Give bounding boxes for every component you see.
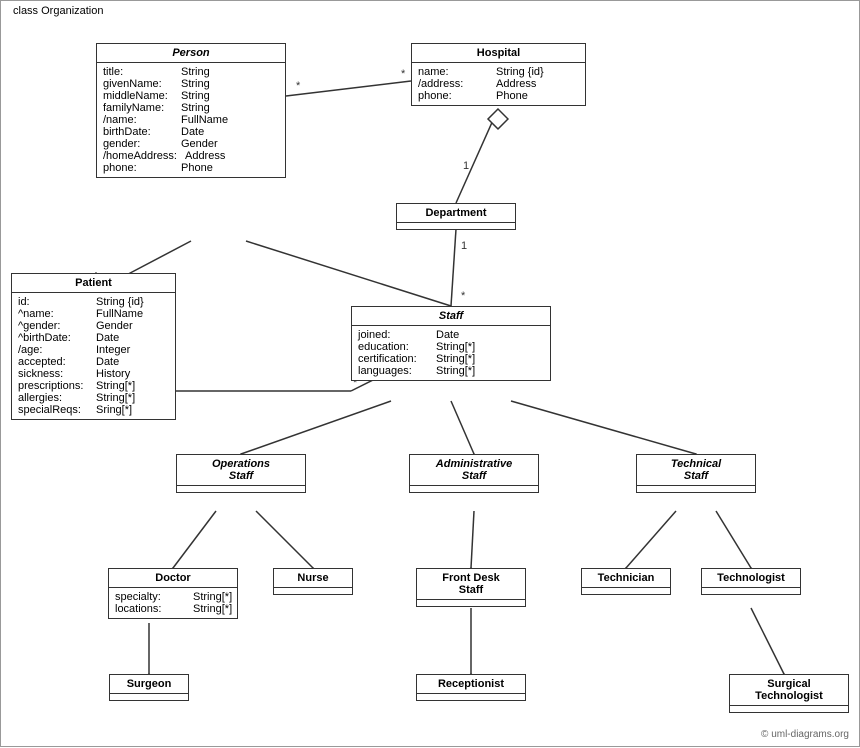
class-doctor: Doctor specialty:String[*] locations:Str… <box>108 568 238 619</box>
class-doctor-header: Doctor <box>109 569 237 588</box>
class-operations-staff-body <box>177 486 305 492</box>
svg-text:1: 1 <box>463 160 469 172</box>
class-receptionist-body <box>417 694 525 700</box>
class-person-body: title:String givenName:String middleName… <box>97 63 285 177</box>
class-technical-staff-body <box>637 486 755 492</box>
class-front-desk-staff-header: Front DeskStaff <box>417 569 525 600</box>
class-front-desk-staff: Front DeskStaff <box>416 568 526 607</box>
class-technologist-body <box>702 588 800 594</box>
class-technologist-header: Technologist <box>702 569 800 588</box>
class-administrative-staff-header: AdministrativeStaff <box>410 455 538 486</box>
class-department: Department <box>396 203 516 230</box>
class-person: Person title:String givenName:String mid… <box>96 43 286 178</box>
class-staff: Staff joined:Date education:String[*] ce… <box>351 306 551 381</box>
class-doctor-body: specialty:String[*] locations:String[*] <box>109 588 237 618</box>
class-administrative-staff: AdministrativeStaff <box>409 454 539 493</box>
class-patient: Patient id:String {id} ^name:FullName ^g… <box>11 273 176 420</box>
svg-text:*: * <box>296 80 301 92</box>
class-technician-header: Technician <box>582 569 670 588</box>
class-nurse-header: Nurse <box>274 569 352 588</box>
class-receptionist: Receptionist <box>416 674 526 701</box>
diagram-title: class Organization <box>9 5 108 17</box>
class-department-header: Department <box>397 204 515 223</box>
class-technician: Technician <box>581 568 671 595</box>
class-operations-staff: OperationsStaff <box>176 454 306 493</box>
class-surgical-technologist: SurgicalTechnologist <box>729 674 849 713</box>
class-surgical-technologist-header: SurgicalTechnologist <box>730 675 848 706</box>
diagram-container: class Organization 1 * * 1 * * * <box>0 0 860 747</box>
class-technologist: Technologist <box>701 568 801 595</box>
class-surgical-technologist-body <box>730 706 848 712</box>
class-hospital: Hospital name:String {id} /address:Addre… <box>411 43 586 106</box>
class-department-body <box>397 223 515 229</box>
class-person-header: Person <box>97 44 285 63</box>
class-technical-staff: TechnicalStaff <box>636 454 756 493</box>
class-nurse: Nurse <box>273 568 353 595</box>
svg-text:1: 1 <box>461 240 467 252</box>
svg-text:*: * <box>461 290 466 302</box>
class-front-desk-staff-body <box>417 600 525 606</box>
class-operations-staff-header: OperationsStaff <box>177 455 305 486</box>
class-surgeon-body <box>110 694 188 700</box>
class-surgeon-header: Surgeon <box>110 675 188 694</box>
class-technical-staff-header: TechnicalStaff <box>637 455 755 486</box>
class-patient-header: Patient <box>12 274 175 293</box>
copyright: © uml-diagrams.org <box>761 729 849 740</box>
class-hospital-header: Hospital <box>412 44 585 63</box>
class-staff-body: joined:Date education:String[*] certific… <box>352 326 550 380</box>
class-technician-body <box>582 588 670 594</box>
svg-text:*: * <box>401 68 406 80</box>
class-hospital-body: name:String {id} /address:Address phone:… <box>412 63 585 105</box>
class-staff-header: Staff <box>352 307 550 326</box>
class-receptionist-header: Receptionist <box>417 675 525 694</box>
class-administrative-staff-body <box>410 486 538 492</box>
class-nurse-body <box>274 588 352 594</box>
class-patient-body: id:String {id} ^name:FullName ^gender:Ge… <box>12 293 175 419</box>
class-surgeon: Surgeon <box>109 674 189 701</box>
